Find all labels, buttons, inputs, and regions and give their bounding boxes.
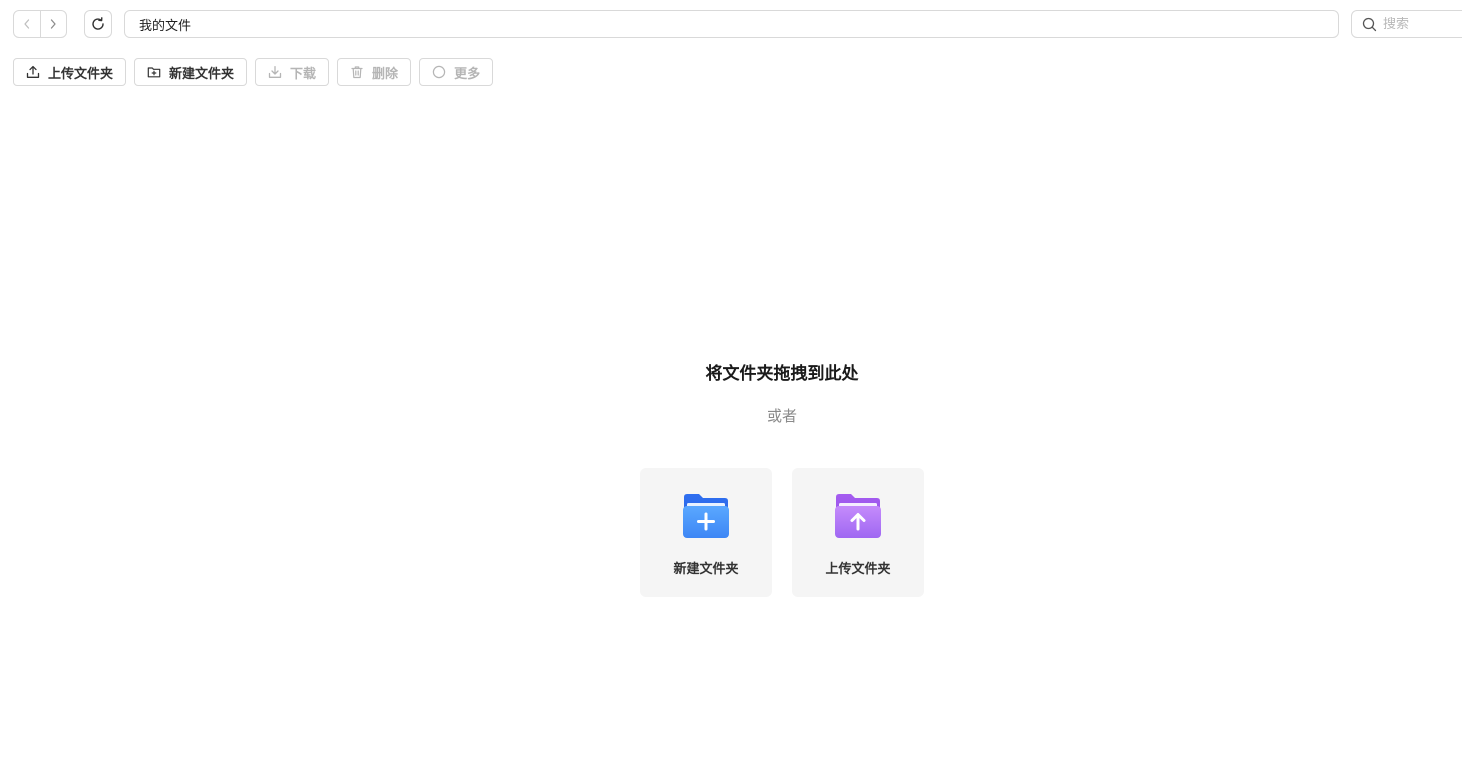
upload-icon (26, 65, 40, 79)
delete-button[interactable]: 删除 (337, 58, 412, 86)
delete-label: 删除 (372, 66, 399, 82)
drop-zone-title: 将文件夹拖拽到此处 (705, 364, 859, 384)
history-nav (13, 10, 67, 38)
current-path: 我的文件 (139, 18, 192, 34)
refresh-button[interactable] (84, 10, 112, 38)
new-folder-button[interactable]: 新建文件夹 (134, 58, 248, 86)
more-button[interactable]: 更多 (419, 58, 494, 86)
chevron-right-icon (51, 19, 56, 29)
new-folder-label: 新建文件夹 (169, 66, 235, 82)
upload-folder-card[interactable]: 上传文件夹 (792, 468, 924, 597)
new-folder-card-label: 新建文件夹 (673, 562, 739, 577)
search-input[interactable] (1383, 16, 1453, 32)
or-separator: 或者 (766, 407, 797, 425)
new-folder-icon (683, 494, 729, 538)
folder-plus-icon (147, 65, 161, 79)
download-icon (268, 65, 282, 79)
action-toolbar: 上传文件夹 新建文件夹 下载 删除 更多 (13, 58, 494, 86)
search-icon (1362, 17, 1377, 31)
new-folder-card[interactable]: 新建文件夹 (640, 468, 772, 597)
chevron-left-icon (24, 19, 29, 29)
upload-folder-card-label: 上传文件夹 (825, 562, 891, 577)
upload-folder-button[interactable]: 上传文件夹 (13, 58, 127, 86)
forward-button[interactable] (39, 11, 67, 37)
address-bar[interactable]: 我的文件 (124, 10, 1339, 38)
more-label: 更多 (454, 66, 481, 82)
top-bar: 我的文件 (0, 0, 1462, 48)
download-button[interactable]: 下载 (255, 58, 330, 86)
download-label: 下载 (290, 66, 317, 82)
refresh-icon (92, 17, 104, 30)
search-box[interactable] (1351, 10, 1462, 38)
trash-icon (350, 65, 364, 79)
back-button[interactable] (14, 11, 40, 37)
upload-folder-label: 上传文件夹 (48, 66, 114, 82)
upload-folder-icon (835, 494, 881, 538)
more-circle-icon (432, 65, 446, 79)
